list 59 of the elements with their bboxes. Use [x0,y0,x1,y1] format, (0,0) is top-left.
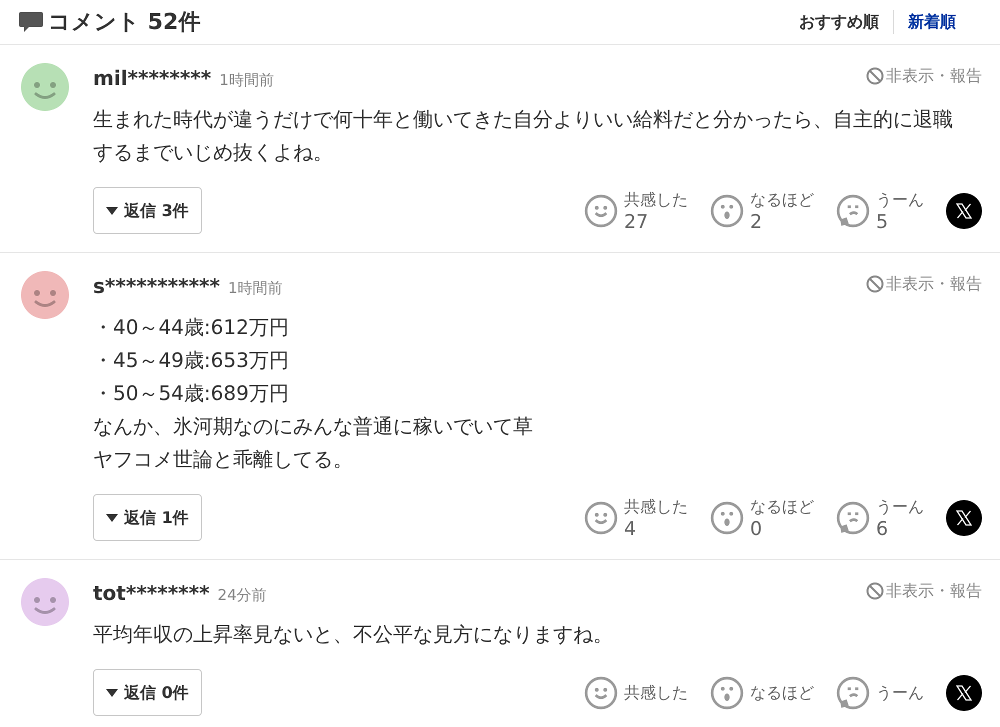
prohibited-icon [866,275,884,293]
reaction-count: 6 [876,518,890,540]
x-logo-icon [956,510,972,526]
x-logo-icon [956,684,972,700]
replies-button[interactable]: 返信 3件 [93,187,202,234]
prohibited-icon [866,582,884,600]
x-share-button[interactable] [946,500,982,536]
prohibited-icon [866,67,884,85]
sort-tab[interactable]: 新着順 [893,10,970,34]
user-name[interactable]: mil******** [93,63,212,93]
comment-text: ・45～49歳:653万円 [93,347,290,374]
reaction-label: 共感した [624,188,688,210]
comment-text: ヤフコメ世論と乖離してる。 [93,446,354,473]
thinking-face-icon[interactable] [836,194,870,228]
reaction-count: 5 [876,210,890,232]
reaction-count: 0 [750,518,764,540]
post-time: 1時間前 [219,70,274,91]
hide-report-link[interactable]: 非表示・報告 [866,272,982,296]
reaction-label: うーん [876,188,924,210]
replies-button[interactable]: 返信 0件 [93,669,202,716]
hide-report-link[interactable]: 非表示・報告 [866,579,982,603]
post-time: 1時間前 [228,278,282,299]
comments-heading: コメント 52件 [48,8,200,36]
replies-button[interactable]: 返信 1件 [93,494,202,541]
user-name[interactable]: tot******** [93,578,210,608]
comment-text: ・50～54歳:689万円 [93,380,290,407]
sort-tab[interactable]: おすすめ順 [785,10,893,34]
caret-icon [106,688,118,698]
reaction-label: 共感した [624,682,688,704]
thinking-face-icon[interactable] [836,676,870,710]
comment-text: ・40～44歳:612万円 [93,314,290,341]
user-name[interactable]: s*********** [93,271,220,301]
comment-icon [18,10,44,34]
surprised-face-icon[interactable] [710,194,744,228]
post-time: 24分前 [218,585,267,606]
comment-text: 生まれた時代が違うだけで何十年と働いてきた自分よりいい給料だと分かったら、自主的に退職するまでいじめ抜くよね。 [93,106,954,166]
reaction-label: なるほど [750,188,814,210]
x-share-button[interactable] [946,192,982,228]
reaction-count: 2 [750,210,764,232]
x-share-button[interactable] [946,674,982,710]
hide-report-link[interactable]: 非表示・報告 [866,64,982,88]
caret-icon [106,206,118,216]
smile-face-icon[interactable] [584,676,618,710]
x-logo-icon [956,202,972,218]
reaction-count: 4 [624,518,638,540]
comment-text: 平均年収の上昇率見ないと、不公平な見方になりますね。 [93,621,614,648]
reaction-label: なるほど [750,682,814,704]
surprised-face-icon[interactable] [710,500,744,534]
smile-face-icon[interactable] [584,194,618,228]
reaction-label: うーん [876,496,924,518]
caret-icon [106,512,118,522]
smile-face-icon[interactable] [584,500,618,534]
surprised-face-icon[interactable] [710,676,744,710]
reaction-label: 共感した [624,496,688,518]
reaction-label: なるほど [750,496,814,518]
comment-text: なんか、氷河期なのにみんな普通に稼いでいて草 [93,413,534,440]
thinking-face-icon[interactable] [836,500,870,534]
reaction-label: うーん [876,682,924,704]
reaction-count: 27 [624,210,650,232]
